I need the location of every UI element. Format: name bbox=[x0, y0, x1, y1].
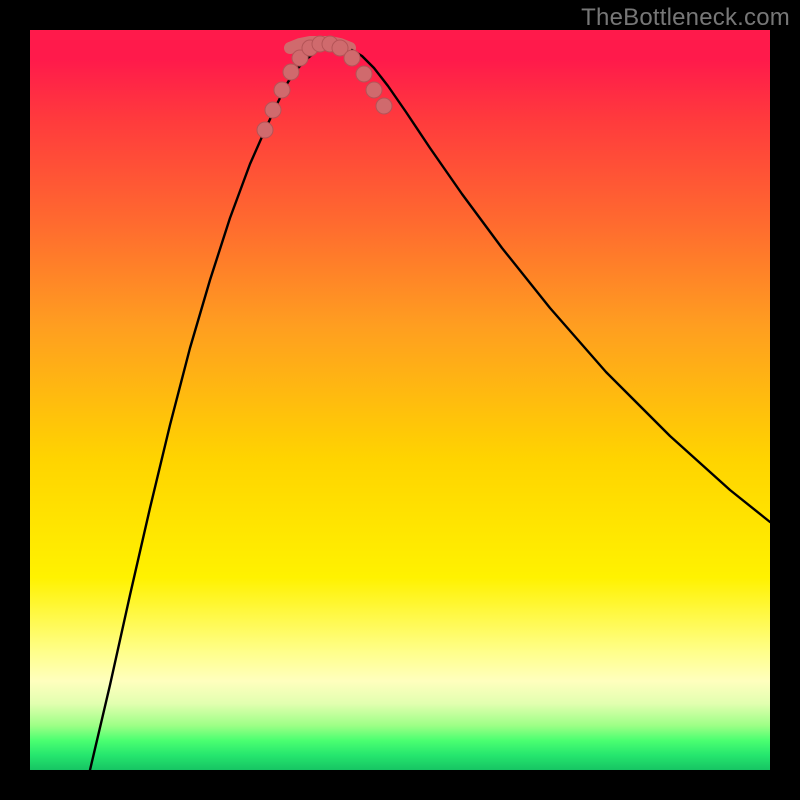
chart-svg bbox=[30, 30, 770, 770]
chart-frame: TheBottleneck.com bbox=[0, 0, 800, 800]
bottleneck-curve bbox=[90, 50, 770, 770]
gradient-plot-area bbox=[30, 30, 770, 770]
watermark-text: TheBottleneck.com bbox=[581, 4, 790, 32]
valley-markers bbox=[257, 36, 392, 138]
